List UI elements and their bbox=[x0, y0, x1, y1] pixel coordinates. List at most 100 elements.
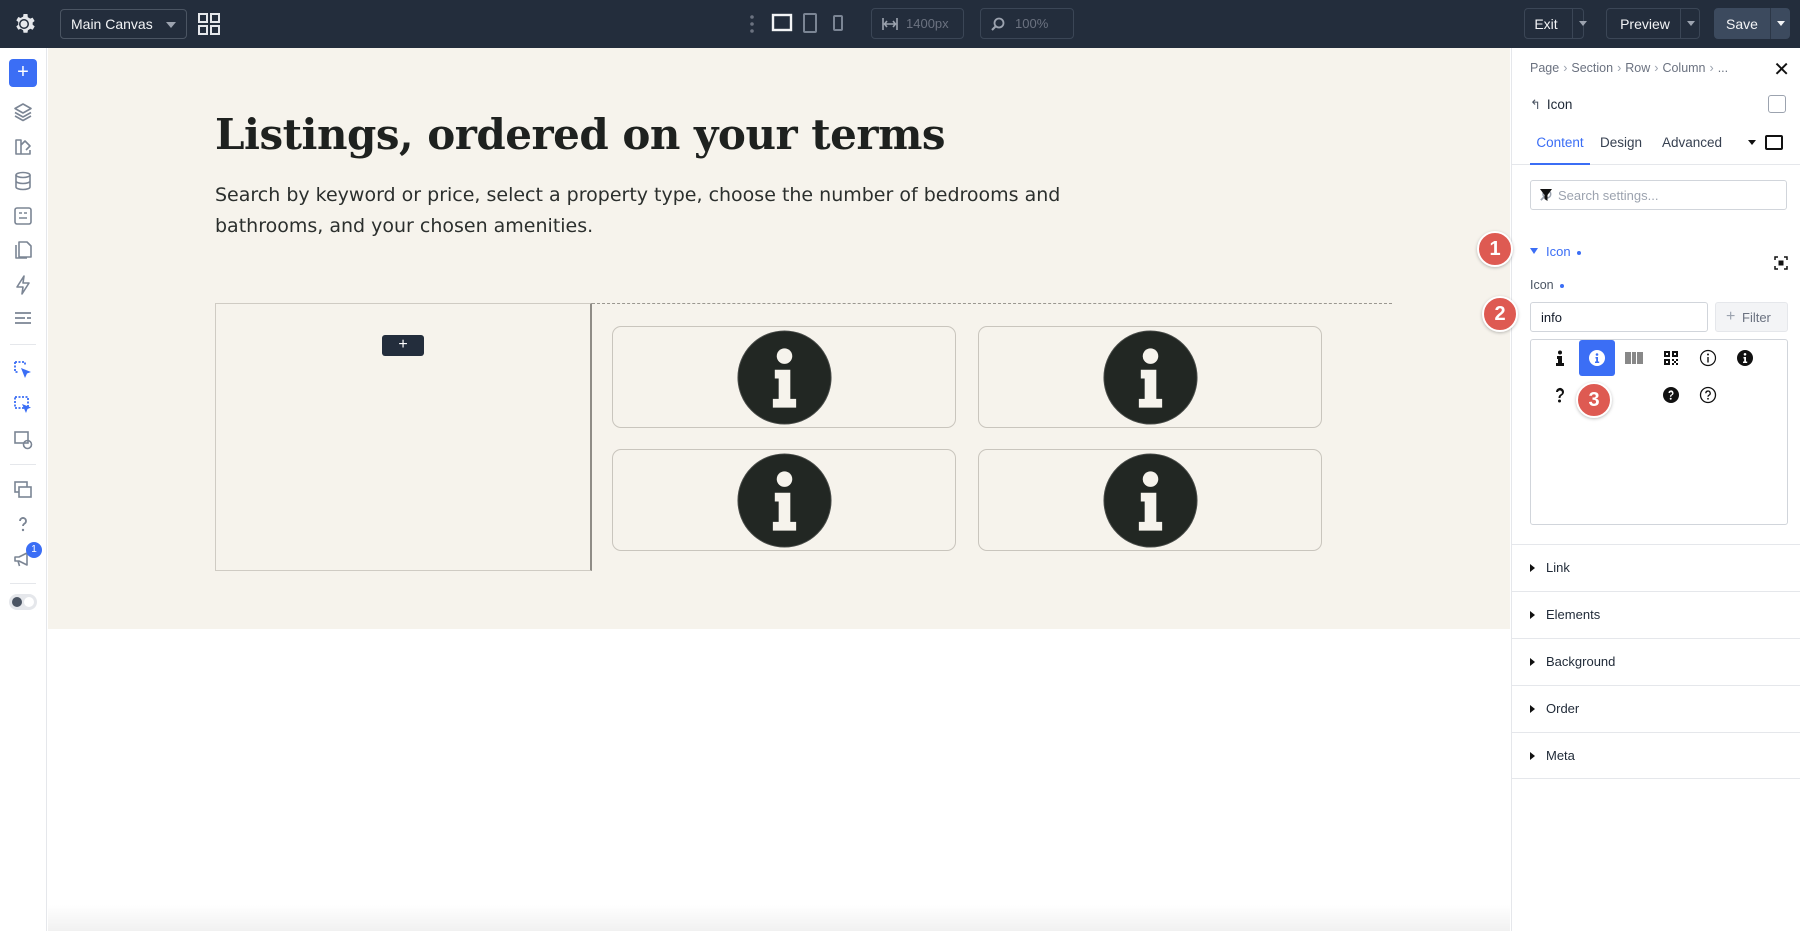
layers-icon[interactable] bbox=[12, 101, 34, 123]
preview-menu-button[interactable] bbox=[1680, 8, 1700, 39]
panel-tabs: Content Design Advanced bbox=[1512, 133, 1800, 165]
chevron-down-icon bbox=[1687, 21, 1695, 26]
breadcrumb-column[interactable]: Column bbox=[1662, 61, 1705, 75]
caret-down-icon bbox=[1530, 248, 1538, 254]
tablet-view-icon[interactable] bbox=[802, 12, 818, 34]
help-icon[interactable] bbox=[12, 513, 34, 535]
breadcrumb-more[interactable]: ... bbox=[1718, 61, 1728, 75]
question-icon bbox=[1555, 387, 1564, 403]
add-module-button[interactable]: + bbox=[382, 335, 424, 356]
icon-option[interactable] bbox=[1542, 340, 1578, 376]
icon-option[interactable] bbox=[1690, 377, 1726, 413]
click-select-icon[interactable] bbox=[12, 359, 34, 381]
icon-filter-button[interactable]: + Filter bbox=[1715, 302, 1788, 332]
info-icon bbox=[1556, 350, 1564, 366]
phone-view-icon[interactable] bbox=[832, 12, 844, 34]
layouts-icon[interactable] bbox=[12, 479, 34, 501]
database-icon[interactable] bbox=[12, 170, 34, 192]
page-subtext[interactable]: Search by keyword or price, select a pro… bbox=[215, 180, 1075, 242]
section-elements[interactable]: Elements bbox=[1512, 591, 1800, 638]
breadcrumb-page[interactable]: Page bbox=[1530, 61, 1559, 75]
zoom-value: 100% bbox=[1015, 16, 1049, 31]
caret-right-icon bbox=[1530, 611, 1535, 619]
icon-option-selected[interactable] bbox=[1579, 340, 1615, 376]
gear-icon[interactable] bbox=[12, 12, 36, 36]
section-order-label: Order bbox=[1546, 701, 1580, 716]
icon-card[interactable] bbox=[612, 449, 956, 551]
section-meta[interactable]: Meta bbox=[1512, 732, 1800, 779]
chevron-down-icon bbox=[166, 22, 176, 28]
annotation-marker: 1 bbox=[1477, 231, 1513, 267]
exit-menu-button[interactable] bbox=[1572, 8, 1592, 39]
back-arrow-icon[interactable]: ↰ bbox=[1530, 97, 1541, 112]
add-module-button[interactable]: + bbox=[9, 59, 37, 87]
preset-settings-icon[interactable] bbox=[1768, 95, 1786, 113]
width-arrows-icon bbox=[882, 18, 898, 30]
rail-divider bbox=[10, 464, 36, 465]
zoom-field[interactable]: 100% bbox=[980, 8, 1074, 39]
icon-card[interactable] bbox=[978, 326, 1322, 428]
grid-view-icon[interactable] bbox=[198, 13, 220, 35]
icon-picker-grid bbox=[1530, 339, 1788, 525]
icon-field-label: Icon bbox=[1530, 278, 1564, 292]
expand-panel-icon[interactable] bbox=[1765, 135, 1783, 150]
icon-card[interactable] bbox=[978, 449, 1322, 551]
icon-option[interactable] bbox=[1727, 340, 1763, 376]
exit-label: Exit bbox=[1534, 16, 1558, 32]
search-settings-input[interactable]: Search settings... bbox=[1530, 180, 1787, 210]
canvas-width-field[interactable]: 1400px bbox=[871, 8, 964, 39]
responsive-view-icon[interactable] bbox=[12, 429, 34, 451]
info-icon bbox=[1103, 453, 1198, 548]
info-icon bbox=[737, 330, 832, 425]
lightning-icon[interactable] bbox=[12, 274, 34, 296]
icon-option[interactable] bbox=[1542, 377, 1578, 413]
icon-field-label-text: Icon bbox=[1530, 278, 1554, 292]
save-label: Save bbox=[1726, 16, 1758, 32]
focus-icon[interactable] bbox=[1774, 256, 1788, 270]
light-mode-icon bbox=[12, 597, 22, 607]
dark-mode-icon bbox=[24, 597, 34, 607]
tab-advanced[interactable]: Advanced bbox=[1662, 133, 1722, 165]
breadcrumb-section[interactable]: Section bbox=[1571, 61, 1613, 75]
filter-icon[interactable] bbox=[1540, 189, 1552, 201]
desktop-view-icon[interactable] bbox=[771, 12, 793, 34]
module-title-label: Icon bbox=[1546, 97, 1573, 112]
annotation-marker: 2 bbox=[1482, 296, 1518, 332]
portability-icon[interactable] bbox=[12, 205, 34, 227]
selected-column-outline bbox=[592, 303, 1392, 304]
icon-option[interactable] bbox=[1653, 377, 1689, 413]
icon-option[interactable] bbox=[1616, 340, 1652, 376]
section-link[interactable]: Link bbox=[1512, 544, 1800, 591]
theme-toggle[interactable] bbox=[9, 594, 37, 610]
notification-badge: 1 bbox=[26, 542, 42, 558]
chevron-down-icon[interactable] bbox=[1748, 140, 1756, 145]
preview-label: Preview bbox=[1620, 16, 1670, 32]
close-icon[interactable]: ✕ bbox=[1773, 60, 1790, 80]
canvas-select[interactable]: Main Canvas bbox=[60, 9, 187, 39]
info-outline-icon bbox=[1699, 349, 1717, 367]
icon-search-field[interactable]: info bbox=[1530, 302, 1708, 332]
tab-design[interactable]: Design bbox=[1600, 133, 1642, 165]
barcode-icon bbox=[1625, 352, 1643, 364]
more-vertical-icon[interactable] bbox=[749, 14, 755, 34]
pages-icon[interactable] bbox=[12, 239, 34, 261]
section-background[interactable]: Background bbox=[1512, 638, 1800, 685]
wireframe-icon[interactable] bbox=[12, 308, 34, 330]
page-heading[interactable]: Listings, ordered on your terms bbox=[215, 110, 946, 159]
breadcrumb-row[interactable]: Row bbox=[1625, 61, 1650, 75]
canvas-width-value: 1400px bbox=[906, 16, 949, 31]
icon-section-header[interactable]: Icon bbox=[1546, 244, 1581, 259]
section-meta-label: Meta bbox=[1546, 748, 1575, 763]
multi-select-icon[interactable] bbox=[12, 394, 34, 416]
icon-option[interactable] bbox=[1653, 340, 1689, 376]
icon-card[interactable] bbox=[612, 326, 956, 428]
save-menu-button[interactable] bbox=[1770, 8, 1790, 39]
top-toolbar: Main Canvas 1400px 100% Exit Preview Sav… bbox=[0, 0, 1800, 48]
icon-filter-label: Filter bbox=[1742, 310, 1771, 325]
info-icon bbox=[737, 453, 832, 548]
caret-right-icon bbox=[1530, 564, 1535, 572]
design-library-icon[interactable] bbox=[12, 136, 34, 158]
tab-content[interactable]: Content bbox=[1530, 133, 1590, 165]
section-order[interactable]: Order bbox=[1512, 685, 1800, 732]
icon-option[interactable] bbox=[1690, 340, 1726, 376]
